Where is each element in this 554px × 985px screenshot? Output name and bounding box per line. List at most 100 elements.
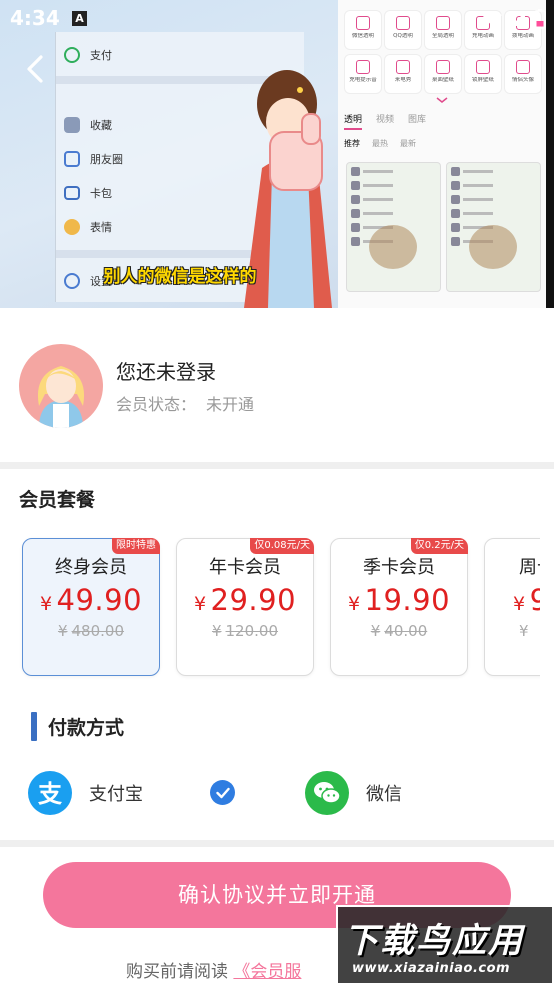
plan-original-value: 40.00 [384,622,428,640]
preview-subtab: 最热 [372,139,388,148]
plan-original-price: ¥120.00 [177,622,313,640]
preview-grid-cell: 来电秀 [384,54,422,94]
agreement-prefix: 购买前请阅读 [126,962,228,982]
menu-item-label: 支付 [90,49,112,62]
plan-tag: 仅0.08元/天 [250,538,314,554]
menu-item-label: 朋友圈 [90,153,123,166]
menu-item-label: 收藏 [90,119,112,132]
banner-subtitle: 别人的微信是这样的 [103,267,257,287]
menu-item-label: 卡包 [90,187,112,200]
plan-card-weekly[interactable]: 周卡会员 ¥9 ¥ [484,538,540,676]
heart-icon [516,60,530,74]
agreement-line: 购买前请阅读 《会员服 [126,957,301,982]
payment-label: 支付宝 [89,784,143,805]
smile-icon [64,219,80,235]
preview-grid-cell: 锁屏壁纸 [464,54,502,94]
agreement-link[interactable]: 《会员服 [233,962,301,982]
plan-price-value: 19.90 [364,583,451,617]
preview-tab: 视频 [376,115,395,125]
preview-grid-cell: 情侣头像 [504,54,542,94]
grid-label: 锁屏壁纸 [471,77,494,83]
user-section: 您还未登录 会员状态： 未开通 [0,308,554,462]
plan-price: ¥19.90 [331,583,467,617]
watermark-text: 下载鸟应用 [344,921,524,961]
plan-original-value: 480.00 [71,622,125,640]
phone-icon [396,60,410,74]
currency-symbol: ¥ [370,622,381,640]
watermark-url: www.xiazainiao.com [352,961,511,976]
user-name[interactable]: 您还未登录 [116,356,216,385]
preview-tab: 图库 [408,115,427,125]
preview-subtabs: 推荐 最热 最新 [344,138,416,149]
battery-icon [534,9,546,29]
currency-symbol: ¥ [513,593,526,615]
grid-label: 充电提示音 [349,77,377,83]
preview-tab: 透明 [344,112,363,130]
currency-symbol: ¥ [39,593,53,615]
status-icons [482,9,546,29]
plan-tag: 仅0.2元/天 [410,538,468,554]
currency-symbol: ¥ [211,622,222,640]
grid-label: 来电秀 [394,77,412,83]
preview-subtab: 最新 [400,139,416,148]
currency-symbol: ¥ [57,622,68,640]
plan-card-lifetime[interactable]: 限时特惠 终身会员 ¥49.90 ¥480.00 [22,538,160,676]
plan-price-value: 9 [529,583,540,617]
lock-icon [476,60,490,74]
plan-card-yearly[interactable]: 仅0.08元/天 年卡会员 ¥29.90 ¥120.00 [176,538,314,676]
watermark-logo: 下载鸟应用 www.xiazainiao.com [336,905,554,985]
plan-price: ¥29.90 [177,583,313,617]
alipay-icon: 支 [28,771,72,815]
section-divider [0,462,554,469]
cube-icon [64,117,80,133]
payment-label: 微信 [366,784,402,805]
wallet-icon [64,186,80,200]
membership-status: 会员状态： 未开通 [116,391,254,415]
preview-edge [546,0,554,308]
expand-chevron-icon [436,90,448,109]
currency-symbol: ¥ [519,622,529,640]
plan-name: 季卡会员 [363,557,435,578]
plan-card-quarterly[interactable]: 仅0.2元/天 季卡会员 ¥19.90 ¥40.00 [330,538,468,676]
section-divider [0,840,554,847]
avatar[interactable] [19,344,103,428]
grid-label: 情侣头像 [511,77,534,83]
plans-title: 会员套餐 [19,489,96,511]
preview-theme-card [346,162,441,292]
plan-price-value: 49.90 [56,583,143,617]
membership-status-label: 会员状态： [116,395,197,414]
wallpaper-icon [436,60,450,74]
preview-theme-card [446,162,541,292]
back-button[interactable] [20,50,50,88]
chevron-left-icon [27,55,43,83]
payment-option-wechat[interactable]: 微信 [305,770,402,816]
plan-tag: 限时特惠 [112,538,160,554]
plan-original-price: ¥480.00 [23,622,159,640]
plan-price-value: 29.90 [210,583,297,617]
preview-grid-cell: 充电提示音 [344,54,382,94]
status-time: 4:34 [10,6,60,30]
app-preview-screenshot: 微信透明 QQ透明 全局透明 充电动画 拨电动画 充电提示音 来电秀 桌面壁纸 … [338,0,554,308]
music-icon [356,60,370,74]
plan-name: 周卡会员 [519,557,540,578]
preview-subtab: 推荐 [344,139,360,148]
plan-original-price: ¥ [485,622,540,640]
plan-name: 终身会员 [55,557,127,578]
plan-original-value: 120.00 [225,622,279,640]
menu-item-label: 表情 [90,221,112,234]
grid-label: 桌面壁纸 [431,77,454,83]
plan-price: ¥49.90 [23,583,159,617]
currency-symbol: ¥ [193,593,207,615]
section-accent-bar [31,712,37,741]
wechat-icon [305,771,349,815]
status-bar: 4:34 A [0,0,554,36]
payment-title: 付款方式 [48,717,125,739]
plan-name: 年卡会员 [209,557,281,578]
alipay-selected-check-icon[interactable] [210,780,235,805]
plan-original-price: ¥40.00 [331,622,467,640]
currency-symbol: ¥ [347,593,361,615]
notification-icon: A [72,11,87,26]
preview-tabs: 透明 视频 图库 [344,112,426,130]
payment-option-alipay[interactable]: 支 支付宝 [28,770,143,816]
plans-carousel[interactable]: 限时特惠 终身会员 ¥49.90 ¥480.00 仅0.08元/天 年卡会员 ¥… [0,536,540,681]
